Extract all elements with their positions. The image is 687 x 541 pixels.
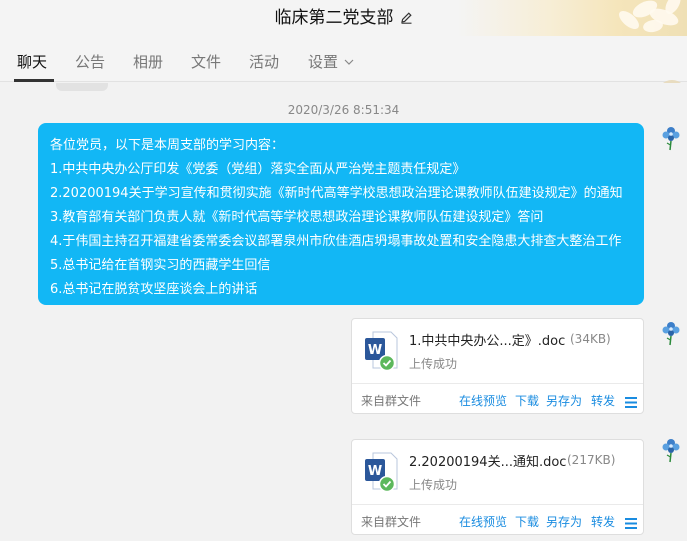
save-as-link[interactable]: 另存为 (546, 392, 582, 409)
forward-link[interactable]: 转发 (591, 513, 615, 530)
tab-files[interactable]: 文件 (191, 51, 221, 72)
message-line: 4.于伟国主持召开福建省委常委会议部署泉州市欣佳酒店坍塌事故处置和安全隐患大排查… (50, 234, 622, 249)
file-name[interactable]: 1.中共中央办公...定》.doc (409, 330, 565, 349)
forward-link[interactable]: 转发 (591, 392, 615, 409)
avatar[interactable] (658, 435, 684, 463)
download-link[interactable]: 下载 (515, 513, 539, 530)
tab-settings[interactable]: 设置 (308, 51, 354, 72)
menu-icon[interactable] (625, 514, 637, 533)
file-source: 来自群文件 (361, 515, 422, 529)
avatar[interactable] (658, 318, 684, 346)
menu-icon[interactable] (625, 393, 637, 412)
blue-flower-avatar-icon (662, 439, 680, 463)
avatar[interactable] (658, 123, 684, 151)
message-line: 5.总书记给在首钢实习的西藏学生回信 (50, 258, 271, 273)
tab-chat[interactable]: 聊天 (17, 51, 47, 72)
blue-flower-avatar-icon (662, 127, 680, 151)
svg-text:W: W (368, 343, 382, 358)
download-link[interactable]: 下载 (515, 392, 539, 409)
word-doc-icon: W (364, 452, 400, 494)
title-bar: 临床第二党支部 (0, 0, 687, 36)
chevron-down-icon (344, 51, 354, 69)
file-source: 来自群文件 (361, 394, 422, 408)
tab-announcement[interactable]: 公告 (75, 51, 105, 72)
message-line: 3.教育部有关部门负责人就《新时代高等学校思想政治理论课教师队伍建设规定》答问 (50, 210, 544, 225)
upload-status: 上传成功 (409, 478, 458, 492)
pencil-icon[interactable] (400, 9, 413, 29)
active-tab-indicator (14, 79, 54, 82)
message-line: 2.20200194关于学习宣传和贯彻实施《新时代高等学校思想政治理论课教师队伍… (50, 186, 623, 201)
group-name: 临床第二党支部 (274, 8, 394, 28)
check-circle-icon (378, 475, 396, 493)
online-preview-link[interactable]: 在线预览 (459, 513, 507, 530)
divider (352, 383, 643, 384)
file-card[interactable]: W 1.中共中央办公...定》.doc (34KB) 上传成功 来自群文件 在线… (351, 318, 644, 414)
tab-bar: 聊天 公告 相册 文件 活动 设置 (0, 36, 687, 110)
tab-album[interactable]: 相册 (133, 51, 163, 72)
save-as-link[interactable]: 另存为 (546, 513, 582, 530)
message-line: 6.总书记在脱贫攻坚座谈会上的讲话 (50, 282, 258, 297)
group-title: 临床第二党支部 (0, 3, 687, 29)
chat-area[interactable]: 2020/3/26 8:51:34 各位党员，以下是本周支部的学习内容： 1.中… (0, 83, 687, 541)
message-bubble[interactable]: 各位党员，以下是本周支部的学习内容： 1.中共中央办公厅印发《党委（党组）落实全… (38, 123, 644, 305)
message-line: 1.中共中央办公厅印发《党委（党组）落实全面从严治党主题责任规定》 (50, 162, 466, 177)
word-doc-icon: W (364, 331, 400, 373)
file-name[interactable]: 2.20200194关...通知.doc (409, 451, 566, 470)
file-card[interactable]: W 2.20200194关...通知.doc (217KB) 上传成功 来自群文… (351, 439, 644, 535)
previous-message-edge (56, 83, 108, 91)
file-size: (217KB) (567, 453, 616, 467)
check-circle-icon (378, 354, 396, 372)
divider (352, 504, 643, 505)
tab-activity[interactable]: 活动 (249, 51, 279, 72)
file-size: (34KB) (570, 332, 611, 346)
upload-status: 上传成功 (409, 357, 458, 371)
message-line: 各位党员，以下是本周支部的学习内容： (50, 138, 285, 153)
message-timestamp: 2020/3/26 8:51:34 (287, 103, 400, 117)
online-preview-link[interactable]: 在线预览 (459, 392, 507, 409)
svg-text:W: W (368, 464, 382, 479)
tab-settings-label: 设置 (308, 53, 339, 71)
blue-flower-avatar-icon (662, 322, 680, 346)
